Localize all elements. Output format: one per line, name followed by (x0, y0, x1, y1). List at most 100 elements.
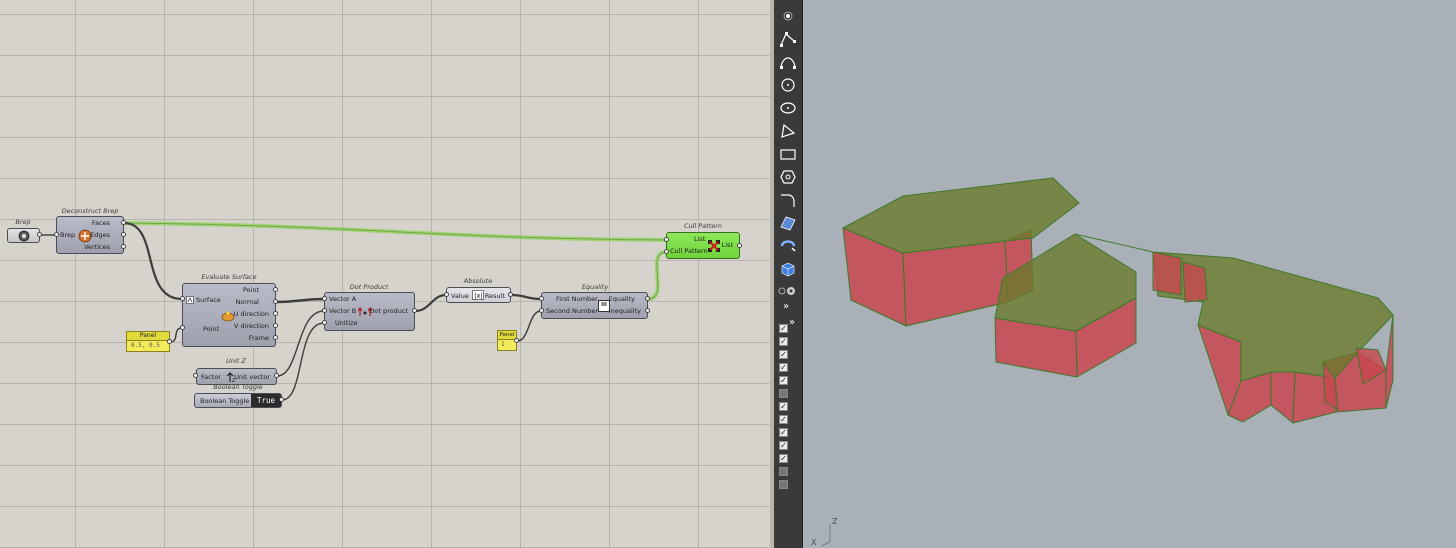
deconstruct-brep-component[interactable]: Brep Faces Edges Vertices (56, 216, 124, 254)
port-faces-output[interactable]: Faces (92, 219, 110, 227)
equality-component[interactable]: First Number Second Number = Equality In… (541, 292, 648, 319)
grip-faces-out[interactable] (121, 220, 126, 225)
panel-uv-title: Panel (126, 331, 170, 341)
port-edges-output[interactable]: Edges (90, 231, 110, 239)
grip-surface-in[interactable] (180, 296, 185, 301)
grip-vertices-out[interactable] (121, 244, 126, 249)
grip-unit-vector-out[interactable] (274, 373, 279, 378)
grip-cull-pattern-in[interactable] (664, 249, 669, 254)
layer-checkbox[interactable]: ✓ (779, 376, 788, 385)
polygon-icon[interactable] (778, 121, 798, 141)
boolean-toggle-value[interactable]: True (251, 394, 281, 407)
layer-checkbox[interactable]: ✓ (779, 337, 788, 346)
rhino-perspective-viewport[interactable]: Z X (803, 0, 1456, 548)
port-vertices-output[interactable]: Vertices (84, 243, 110, 251)
revolve-icon[interactable] (778, 236, 798, 256)
grip-list-in[interactable] (664, 237, 669, 242)
port-unit-vector-output[interactable]: Unit vector (234, 373, 270, 381)
boolean-toggle[interactable]: Boolean Toggle True (194, 393, 282, 408)
port-list-input[interactable]: List (694, 235, 705, 243)
absolute-component[interactable]: Value |x| Result (446, 287, 511, 303)
port-dot-product-output[interactable]: Dot product (369, 307, 408, 315)
curve-icon[interactable] (778, 52, 798, 72)
solid-box-icon[interactable] (778, 259, 798, 279)
grip-value-in[interactable] (444, 292, 449, 297)
port-surface-input[interactable]: Surface (196, 296, 221, 304)
grip-inequality-out[interactable] (645, 308, 650, 313)
port-first-number-input[interactable]: First Number (556, 295, 598, 303)
layer-checkbox[interactable] (779, 389, 788, 398)
layer-checkbox[interactable]: ✓ (779, 441, 788, 450)
grasshopper-canvas[interactable]: Brep Deconstruct Brep Brep Faces Edges V… (0, 0, 772, 548)
grip-result-out[interactable] (508, 292, 513, 297)
layer-checkbox[interactable] (779, 467, 788, 476)
expand-layers-button[interactable]: » (789, 317, 795, 328)
grip-vector-a-in[interactable] (322, 296, 327, 301)
grip-v-out[interactable] (273, 323, 278, 328)
port-v-direction-output[interactable]: V direction (234, 322, 269, 330)
grip-point-in[interactable] (180, 325, 185, 330)
ellipse-icon[interactable] (778, 98, 798, 118)
grip-factor-in[interactable] (193, 373, 198, 378)
brep-param[interactable] (7, 228, 40, 243)
grip-deconstruct-in[interactable] (54, 232, 59, 237)
port-unitize-input[interactable]: Unitize (335, 319, 357, 327)
grip-first-number-in[interactable] (539, 296, 544, 301)
grip-toggle-out[interactable] (279, 397, 284, 402)
grip-evaluate-point-out[interactable] (273, 287, 278, 292)
grip-panel-uv-out[interactable] (167, 339, 172, 344)
layer-checkbox[interactable]: ✓ (779, 363, 788, 372)
panel-uv[interactable]: Panel 0.5, 0.5 (126, 331, 170, 353)
grip-dot-out[interactable] (412, 308, 417, 313)
circle-icon[interactable] (778, 75, 798, 95)
port-point-output[interactable]: Point (243, 286, 259, 294)
dot-product-component[interactable]: Vector A Vector B Unitize Dot product (324, 292, 415, 331)
port-inequality-output[interactable]: Inequality (609, 307, 641, 315)
grip-edges-out[interactable] (121, 232, 126, 237)
port-normal-output[interactable]: Normal (235, 298, 259, 306)
layer-checkbox[interactable]: ✓ (779, 402, 788, 411)
surface-icon[interactable] (778, 213, 798, 233)
port-equality-output[interactable]: Equality (609, 295, 635, 303)
port-vector-a-input[interactable]: Vector A (329, 295, 356, 303)
port-frame-output[interactable]: Frame (249, 334, 269, 342)
grip-equality-out[interactable] (645, 296, 650, 301)
layer-checkbox[interactable]: ✓ (779, 428, 788, 437)
port-second-number-input[interactable]: Second Number (546, 307, 598, 315)
cylinder-icon[interactable] (778, 167, 798, 187)
grip-brep-out[interactable] (37, 232, 42, 237)
layer-checkbox[interactable]: ✓ (779, 324, 788, 333)
panel-uv-value[interactable]: 0.5, 0.5 (126, 341, 170, 352)
expand-toolbar-button[interactable]: » (783, 301, 789, 312)
port-u-direction-output[interactable]: U direction (234, 310, 269, 318)
layer-checkbox[interactable]: ✓ (779, 415, 788, 424)
port-value-input[interactable]: Value (451, 292, 469, 300)
grip-second-number-in[interactable] (539, 308, 544, 313)
layer-checkbox[interactable]: ✓ (779, 350, 788, 359)
grip-unitize-in[interactable] (322, 320, 327, 325)
polyline-icon[interactable] (778, 29, 798, 49)
port-vector-b-input[interactable]: Vector B (329, 307, 356, 315)
grip-panel-one-out[interactable] (514, 338, 519, 343)
cull-pattern-title: Cull Pattern (683, 222, 723, 230)
grip-u-out[interactable] (273, 311, 278, 316)
layer-checkbox[interactable]: ✓ (779, 454, 788, 463)
fillet-icon[interactable] (778, 190, 798, 210)
cull-pattern-component[interactable]: List Cull Pattern List (666, 232, 740, 259)
port-cull-pattern-input[interactable]: Cull Pattern (670, 247, 708, 255)
port-point-input[interactable]: Point (203, 325, 219, 333)
svg-text:|x|: |x| (474, 292, 483, 300)
grip-cull-list-out[interactable] (737, 243, 742, 248)
layer-checkbox[interactable] (779, 480, 788, 489)
grip-vector-b-in[interactable] (322, 308, 327, 313)
red-side-face (1152, 251, 1182, 296)
port-brep-input[interactable]: Brep (60, 231, 75, 239)
grip-normal-out[interactable] (273, 299, 278, 304)
point-icon[interactable] (778, 6, 798, 26)
evaluate-surface-component[interactable]: Surface Point Point Normal U direction V… (182, 283, 276, 347)
rectangle-icon[interactable] (778, 144, 798, 164)
port-result-output[interactable]: Result (485, 292, 505, 300)
port-factor-input[interactable]: Factor (201, 373, 221, 381)
port-list-output[interactable]: List (722, 241, 733, 249)
grip-frame-out[interactable] (273, 335, 278, 340)
